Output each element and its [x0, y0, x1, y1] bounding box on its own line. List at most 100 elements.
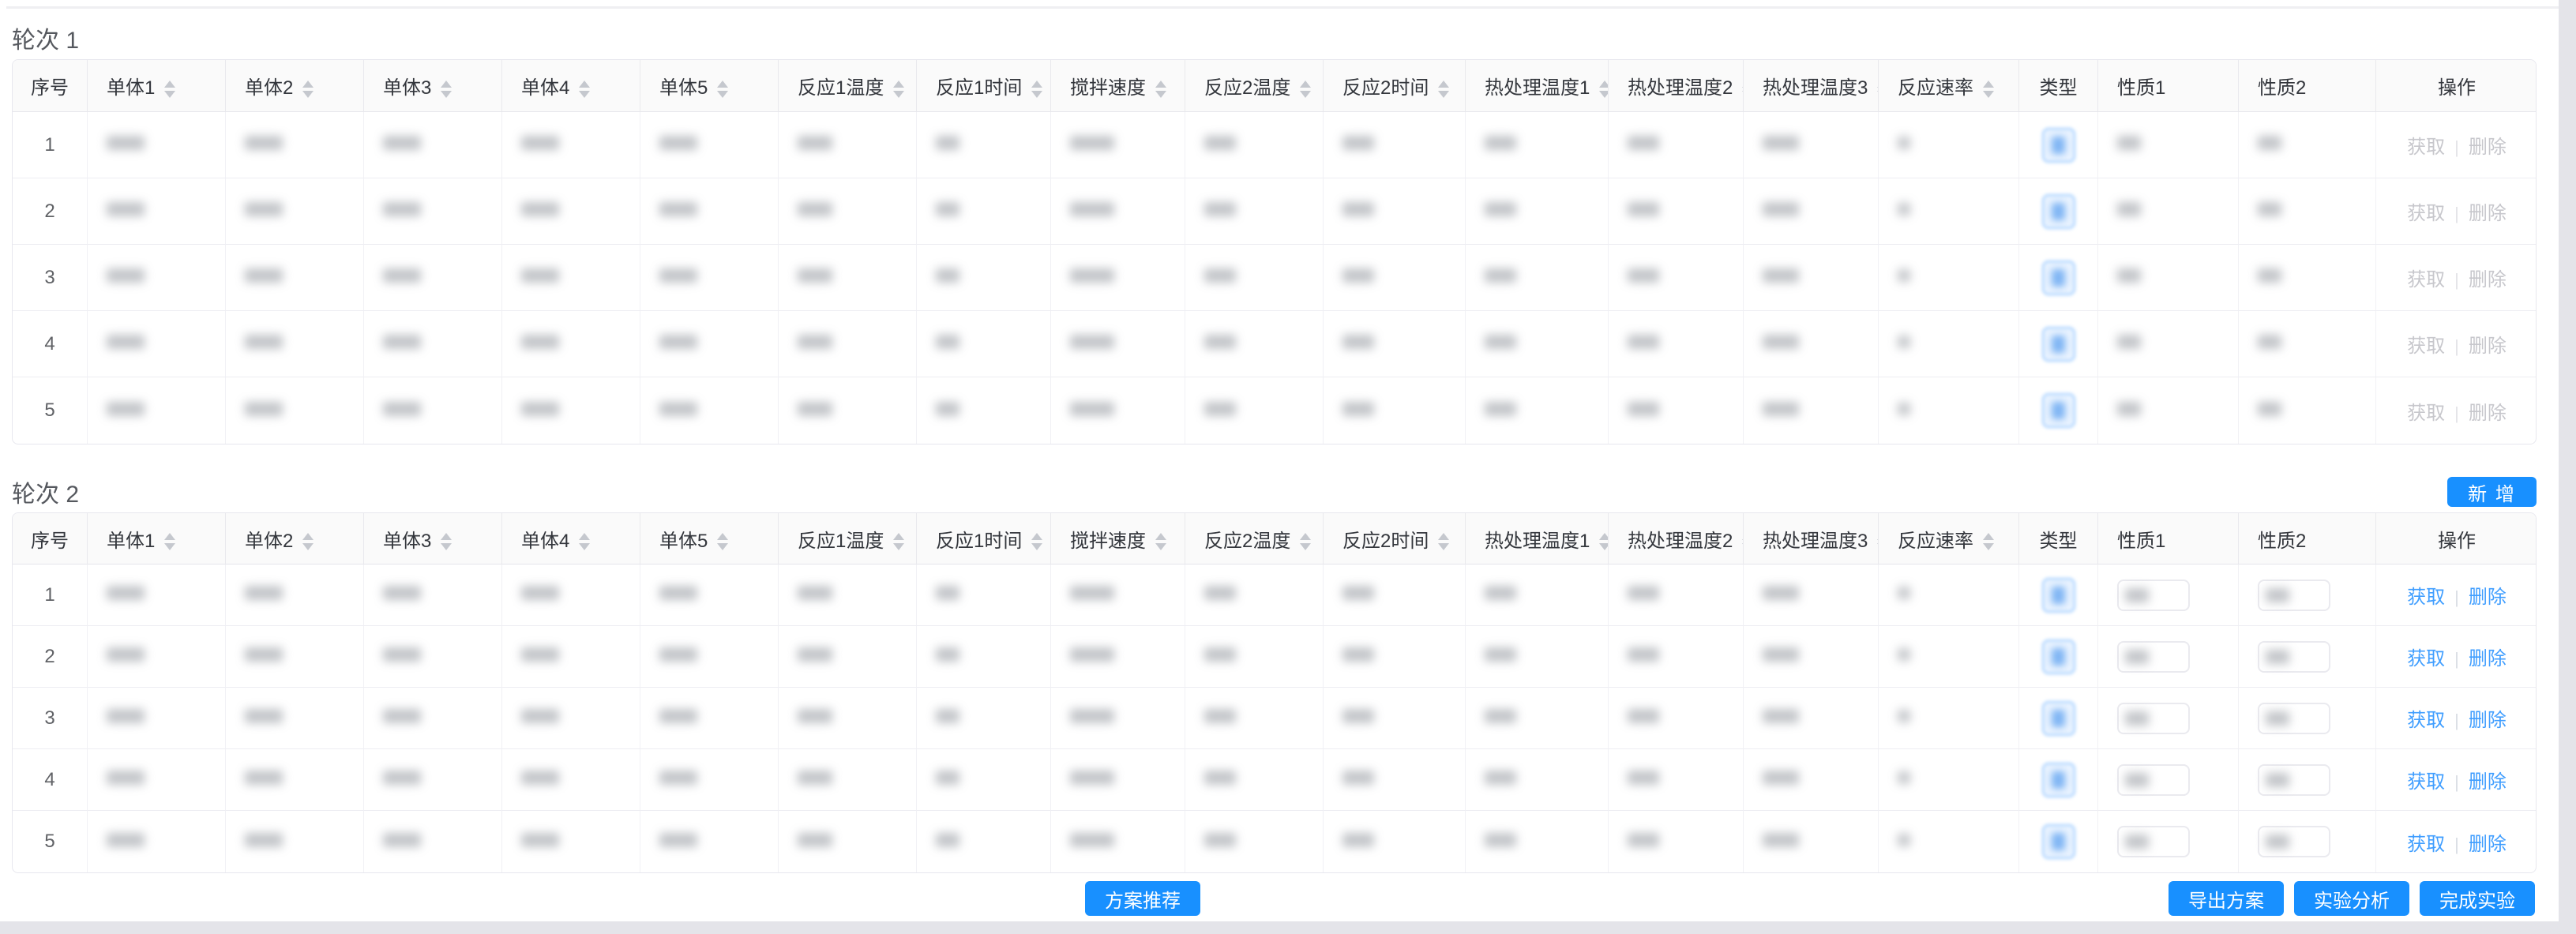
column-header[interactable]: 单体3: [364, 60, 502, 112]
column-header[interactable]: 热处理温度1: [1466, 60, 1609, 112]
property-input[interactable]: [2258, 764, 2330, 796]
column-header[interactable]: 热处理温度2: [1609, 513, 1744, 565]
sort-caret-icon[interactable]: [893, 533, 904, 550]
redacted-value: [798, 335, 832, 349]
column-header-label: 反应1时间: [936, 77, 1022, 99]
get-link[interactable]: 获取: [2407, 648, 2445, 670]
delete-link[interactable]: 删除: [2469, 203, 2507, 224]
sort-caret-icon[interactable]: [1300, 81, 1311, 98]
column-header[interactable]: 单体2: [226, 60, 364, 112]
get-link[interactable]: 获取: [2407, 771, 2445, 793]
recommend-plan-button[interactable]: 方案推荐: [1085, 881, 1200, 916]
table-row: 3获取|删除: [13, 688, 2537, 749]
column-header[interactable]: 反应速率: [1879, 60, 2019, 112]
table-cell: [502, 811, 640, 872]
complete-experiment-button[interactable]: 完成实验: [2420, 881, 2535, 916]
get-link[interactable]: 获取: [2407, 403, 2445, 424]
property-input[interactable]: [2117, 580, 2190, 611]
sort-caret-icon[interactable]: [579, 533, 590, 550]
column-header[interactable]: 反应1温度: [779, 513, 917, 565]
sort-caret-icon[interactable]: [1983, 81, 1994, 98]
delete-link[interactable]: 删除: [2469, 587, 2507, 608]
sort-caret-icon[interactable]: [717, 81, 728, 98]
property-input[interactable]: [2258, 703, 2330, 734]
sort-caret-icon[interactable]: [302, 533, 314, 550]
sort-caret-icon[interactable]: [1599, 533, 1609, 550]
sort-caret-icon[interactable]: [1155, 533, 1166, 550]
delete-link[interactable]: 删除: [2469, 710, 2507, 731]
delete-link[interactable]: 删除: [2469, 336, 2507, 357]
sort-caret-icon[interactable]: [164, 81, 175, 98]
column-header[interactable]: 单体5: [640, 60, 779, 112]
sort-caret-icon[interactable]: [302, 81, 314, 98]
sort-caret-icon[interactable]: [1155, 81, 1166, 98]
get-link[interactable]: 获取: [2407, 203, 2445, 224]
get-link[interactable]: 获取: [2407, 269, 2445, 291]
delete-link[interactable]: 删除: [2469, 834, 2507, 855]
sort-caret-icon[interactable]: [1300, 533, 1311, 550]
column-header[interactable]: 反应1时间: [917, 60, 1051, 112]
sort-caret-icon[interactable]: [579, 81, 590, 98]
property-input[interactable]: [2117, 826, 2190, 857]
sort-caret-icon[interactable]: [164, 533, 175, 550]
get-link[interactable]: 获取: [2407, 336, 2445, 357]
sort-caret-icon[interactable]: [1031, 533, 1042, 550]
table-cell: [1609, 245, 1744, 311]
delete-link[interactable]: 删除: [2469, 403, 2507, 424]
column-header[interactable]: 热处理温度3: [1744, 60, 1879, 112]
column-header[interactable]: 单体2: [226, 513, 364, 565]
column-header[interactable]: 热处理温度1: [1466, 513, 1609, 565]
delete-link[interactable]: 删除: [2469, 648, 2507, 670]
column-header[interactable]: 搅拌速度: [1051, 60, 1185, 112]
column-header-label: 反应1温度: [798, 77, 884, 99]
column-header[interactable]: 单体4: [502, 60, 640, 112]
column-header[interactable]: 反应2时间: [1324, 60, 1466, 112]
sort-caret-icon[interactable]: [717, 533, 728, 550]
column-header[interactable]: 搅拌速度: [1051, 513, 1185, 565]
property-input[interactable]: [2117, 764, 2190, 796]
column-header[interactable]: 单体3: [364, 513, 502, 565]
column-header[interactable]: 反应2时间: [1324, 513, 1466, 565]
sort-caret-icon[interactable]: [441, 533, 452, 550]
sort-caret-icon[interactable]: [1438, 533, 1449, 550]
column-header[interactable]: 反应1温度: [779, 60, 917, 112]
add-row-button[interactable]: 新 增: [2447, 477, 2537, 507]
experiment-analysis-button[interactable]: 实验分析: [2294, 881, 2409, 916]
sort-caret-icon[interactable]: [893, 81, 904, 98]
column-header[interactable]: 单体1: [88, 60, 226, 112]
column-header[interactable]: 单体1: [88, 513, 226, 565]
column-header[interactable]: 反应2温度: [1185, 513, 1324, 565]
horizontal-scrollbar[interactable]: [0, 921, 2576, 934]
delete-link[interactable]: 删除: [2469, 771, 2507, 793]
column-header[interactable]: 热处理温度2: [1609, 60, 1744, 112]
get-link[interactable]: 获取: [2407, 834, 2445, 855]
column-header[interactable]: 反应2温度: [1185, 60, 1324, 112]
row-actions: 获取|删除: [2407, 209, 2507, 223]
sort-caret-icon[interactable]: [1031, 81, 1042, 98]
delete-link[interactable]: 删除: [2469, 269, 2507, 291]
property-input[interactable]: [2258, 580, 2330, 611]
table-cell: [88, 178, 226, 245]
property-input[interactable]: [2117, 641, 2190, 673]
property-input[interactable]: [2117, 703, 2190, 734]
column-header[interactable]: 反应速率: [1879, 513, 2019, 565]
column-header[interactable]: 单体4: [502, 513, 640, 565]
vertical-scrollbar[interactable]: [2559, 0, 2576, 934]
get-link[interactable]: 获取: [2407, 587, 2445, 608]
sort-caret-icon[interactable]: [1438, 81, 1449, 98]
sort-caret-icon[interactable]: [1983, 533, 1994, 550]
redacted-value: [2266, 650, 2289, 664]
column-header[interactable]: 热处理温度3: [1744, 513, 1879, 565]
get-link[interactable]: 获取: [2407, 137, 2445, 158]
get-link[interactable]: 获取: [2407, 710, 2445, 731]
type-tag-glyph: [2052, 402, 2065, 419]
delete-link[interactable]: 删除: [2469, 137, 2507, 158]
export-plan-button[interactable]: 导出方案: [2169, 881, 2284, 916]
column-header[interactable]: 反应1时间: [917, 513, 1051, 565]
sort-caret-icon[interactable]: [441, 81, 452, 98]
redacted-value: [1342, 833, 1374, 847]
sort-caret-icon[interactable]: [1599, 81, 1609, 98]
property-input[interactable]: [2258, 641, 2330, 673]
column-header[interactable]: 单体5: [640, 513, 779, 565]
property-input[interactable]: [2258, 826, 2330, 857]
